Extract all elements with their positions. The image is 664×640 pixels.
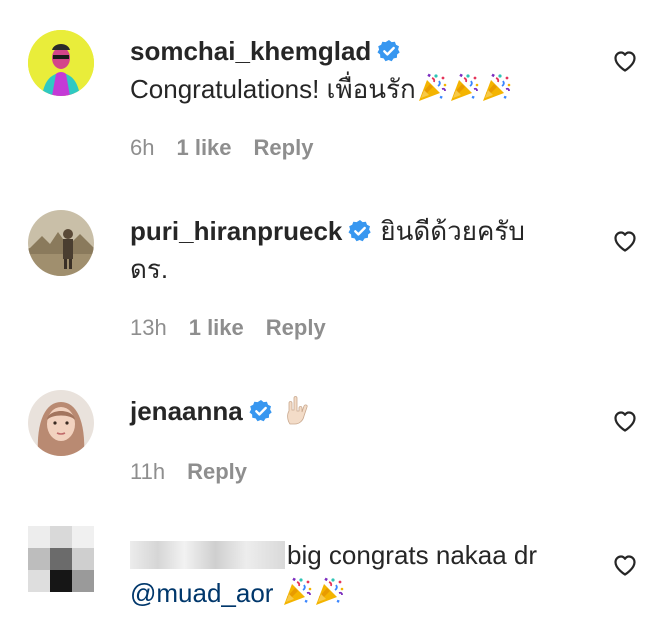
verified-badge-icon: [348, 219, 372, 243]
username-redacted[interactable]: [130, 541, 285, 569]
username[interactable]: puri_hiranprueck: [130, 216, 342, 246]
like-heart-icon[interactable]: [612, 408, 638, 434]
timestamp[interactable]: 6h: [130, 135, 154, 160]
likes-count[interactable]: 1 like: [176, 135, 231, 160]
reply-button[interactable]: Reply: [254, 135, 314, 160]
reply-button[interactable]: Reply: [266, 315, 326, 340]
verified-badge-icon: [377, 39, 401, 63]
avatar-image: [28, 390, 94, 456]
avatar-image: [28, 30, 94, 96]
like-heart-icon[interactable]: [612, 552, 638, 578]
party-popper-icon: [313, 576, 345, 608]
avatar[interactable]: [28, 390, 94, 456]
party-popper-icon: [448, 72, 480, 104]
timestamp[interactable]: 13h: [130, 315, 167, 340]
avatar-image: [28, 210, 94, 276]
username[interactable]: jenaanna: [130, 396, 243, 426]
avatar-blurred[interactable]: [28, 526, 94, 592]
comment-text: puri_hiranprueck ยินดีด้วยครับ ดร.: [130, 212, 570, 288]
comment-text: big congrats nakaa dr @muad_aor: [130, 536, 570, 612]
avatar[interactable]: [28, 210, 94, 276]
mention-link[interactable]: @muad_aor: [130, 578, 273, 608]
username[interactable]: somchai_khemglad: [130, 36, 371, 66]
party-popper-icon: [281, 576, 313, 608]
like-heart-icon[interactable]: [612, 228, 638, 254]
comment-text: jenaanna: [130, 392, 570, 430]
party-popper-icon: [480, 72, 512, 104]
avatar[interactable]: [28, 30, 94, 96]
party-popper-icon: [416, 72, 448, 104]
comment-body: Congratulations! เพื่อนรัก: [130, 74, 416, 104]
like-heart-icon[interactable]: [612, 48, 638, 74]
likes-count[interactable]: 1 like: [189, 315, 244, 340]
timestamp[interactable]: 11h: [130, 459, 165, 484]
comment-meta: 6h 1 like Reply: [130, 133, 335, 163]
comment-meta: 11h Reply: [130, 457, 269, 487]
comment-body: big congrats nakaa dr: [287, 540, 538, 570]
verified-badge-icon: [249, 399, 273, 423]
comment-meta: 13h 1 like Reply: [130, 313, 348, 343]
comment-text: somchai_khemglad Congratulations! เพื่อน…: [130, 32, 570, 108]
reply-button[interactable]: Reply: [187, 459, 247, 484]
love-you-gesture-icon: [286, 396, 308, 425]
